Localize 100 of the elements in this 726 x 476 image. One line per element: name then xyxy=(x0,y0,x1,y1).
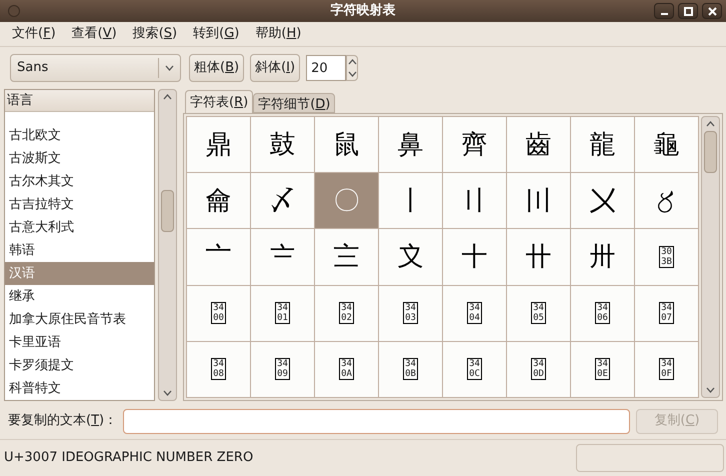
menu-item[interactable]: 转到(G) xyxy=(185,24,248,44)
character-cell[interactable]: 齊 xyxy=(443,117,506,172)
character-cell[interactable]: 34 09 xyxy=(251,342,314,397)
missing-glyph-box: 34 09 xyxy=(275,358,290,380)
close-icon xyxy=(708,6,716,16)
character-cell[interactable]: 龜 xyxy=(635,117,698,172)
menu-item[interactable]: 帮助(H) xyxy=(247,24,310,44)
font-size-field[interactable]: 20 xyxy=(306,55,346,81)
character-cell[interactable]: 鼎 xyxy=(187,117,250,172)
character-cell[interactable]: 34 0C xyxy=(443,342,506,397)
language-item[interactable]: 古意大利式 xyxy=(5,216,154,239)
minimize-icon xyxy=(660,12,668,14)
character-cell[interactable]: 〡 xyxy=(379,173,442,228)
language-item[interactable]: 卡里亚语 xyxy=(5,331,154,354)
character-cell[interactable]: 34 05 xyxy=(507,286,570,341)
copy-text-field[interactable] xyxy=(123,408,630,434)
scroll-down-icon[interactable] xyxy=(706,387,715,393)
missing-glyph-box: 34 08 xyxy=(211,358,226,380)
missing-glyph-box: 34 0B xyxy=(403,358,418,380)
missing-glyph-box: 34 0D xyxy=(531,358,546,380)
missing-glyph-box: 34 07 xyxy=(659,302,674,324)
scrollbar[interactable] xyxy=(701,116,720,398)
maximize-button[interactable] xyxy=(678,3,698,19)
missing-glyph-box: 34 05 xyxy=(531,302,546,324)
missing-glyph-box: 34 0A xyxy=(339,358,354,380)
character-cell[interactable]: 34 04 xyxy=(443,286,506,341)
font-dropdown[interactable]: Sans xyxy=(10,54,181,82)
size-spinner[interactable] xyxy=(346,55,358,81)
decrease-icon[interactable] xyxy=(348,71,357,77)
character-cell[interactable]: 〤 xyxy=(571,173,634,228)
character-cell[interactable]: 齒 xyxy=(507,117,570,172)
close-button[interactable] xyxy=(702,3,722,19)
character-cell[interactable]: 〩 xyxy=(379,229,442,285)
tab[interactable]: 字符细节(D) xyxy=(253,93,336,113)
character-cell[interactable]: 鼓 xyxy=(251,117,314,172)
missing-glyph-box: 34 0C xyxy=(467,358,482,380)
language-item[interactable]: 继承 xyxy=(5,285,154,308)
character-cell[interactable]: 鼠 xyxy=(315,117,378,172)
language-item[interactable]: 卡罗须提文 xyxy=(5,354,154,377)
character-cell[interactable]: 龠 xyxy=(187,173,250,228)
missing-glyph-box: 34 02 xyxy=(339,302,354,324)
character-cell[interactable]: 龍 xyxy=(571,117,634,172)
language-item[interactable]: 韩语 xyxy=(5,239,154,262)
maximize-icon xyxy=(684,6,692,16)
character-cell[interactable]: 34 07 xyxy=(635,286,698,341)
scrollbar-thumb[interactable] xyxy=(161,190,174,232)
character-cell[interactable]: 34 0A xyxy=(315,342,378,397)
increase-icon[interactable] xyxy=(348,59,357,65)
missing-glyph-box: 34 0E xyxy=(595,358,610,380)
character-cell[interactable]: 〨 xyxy=(315,229,378,285)
character-cell[interactable]: 〆 xyxy=(251,173,314,228)
tab[interactable]: 字符表(R) xyxy=(185,90,254,113)
character-cell[interactable]: 鼻 xyxy=(379,117,442,172)
language-item[interactable]: 古尔木其文 xyxy=(5,170,154,193)
language-item[interactable]: 科普特文 xyxy=(5,377,154,400)
language-item[interactable]: 古波斯文 xyxy=(5,147,154,170)
menu-item[interactable]: 搜索(S) xyxy=(124,24,186,44)
character-cell[interactable]: 34 0E xyxy=(571,342,634,397)
scroll-down-icon[interactable] xyxy=(163,390,172,396)
copy-text-label: 要复制的文本(T)： xyxy=(8,412,118,430)
missing-glyph-box: 34 04 xyxy=(467,302,482,324)
character-cell[interactable]: 〦 xyxy=(187,229,250,285)
language-item[interactable]: 古北欧文 xyxy=(5,124,154,147)
menu-item[interactable]: 查看(V) xyxy=(64,24,125,44)
character-cell[interactable]: 34 01 xyxy=(251,286,314,341)
character-cell[interactable]: 34 0D xyxy=(507,342,570,397)
scrollbar-thumb[interactable] xyxy=(704,131,717,173)
scroll-up-icon[interactable] xyxy=(706,121,715,127)
menu-item[interactable]: 文件(F) xyxy=(4,24,64,44)
missing-glyph-box: 34 06 xyxy=(595,302,610,324)
character-cell[interactable]: 〹 xyxy=(507,229,570,285)
language-item[interactable]: 古吉拉特文 xyxy=(5,193,154,216)
character-cell[interactable]: 34 03 xyxy=(379,286,442,341)
missing-glyph-box: 34 0F xyxy=(659,358,674,380)
character-cell[interactable]: 34 08 xyxy=(187,342,250,397)
missing-glyph-box: 34 00 xyxy=(211,302,226,324)
character-cell[interactable]: 〺 xyxy=(571,229,634,285)
minimize-button[interactable] xyxy=(654,3,674,19)
character-cell[interactable]: 〣 xyxy=(507,173,570,228)
character-cell[interactable]: 34 02 xyxy=(315,286,378,341)
scrollbar[interactable] xyxy=(158,89,177,401)
column-header[interactable]: 语言 xyxy=(5,90,154,112)
character-cell[interactable]: 〢 xyxy=(443,173,506,228)
italic-button[interactable]: 斜体(I) xyxy=(250,54,300,82)
character-cell[interactable]: 〧 xyxy=(251,229,314,285)
scroll-up-icon[interactable] xyxy=(163,94,172,100)
bold-button[interactable]: 粗体(B) xyxy=(189,54,244,82)
missing-glyph-box: 34 03 xyxy=(403,302,418,324)
character-cell[interactable]: 〸 xyxy=(443,229,506,285)
missing-glyph-box: 34 01 xyxy=(275,302,290,324)
character-cell[interactable]: 〥 xyxy=(635,173,698,228)
status-text: U+3007 IDEOGRAPHIC NUMBER ZERO xyxy=(4,449,254,468)
character-cell[interactable]: 34 0B xyxy=(379,342,442,397)
character-cell[interactable]: 30 3B xyxy=(635,229,698,285)
character-cell[interactable]: 34 00 xyxy=(187,286,250,341)
window-title: 字符映射表 xyxy=(330,2,396,20)
character-cell[interactable]: 34 0F xyxy=(635,342,698,397)
missing-glyph-box: 30 3B xyxy=(659,246,674,268)
language-item[interactable]: 加拿大原住民音节表 xyxy=(5,308,154,331)
character-cell[interactable]: 34 06 xyxy=(571,286,634,341)
